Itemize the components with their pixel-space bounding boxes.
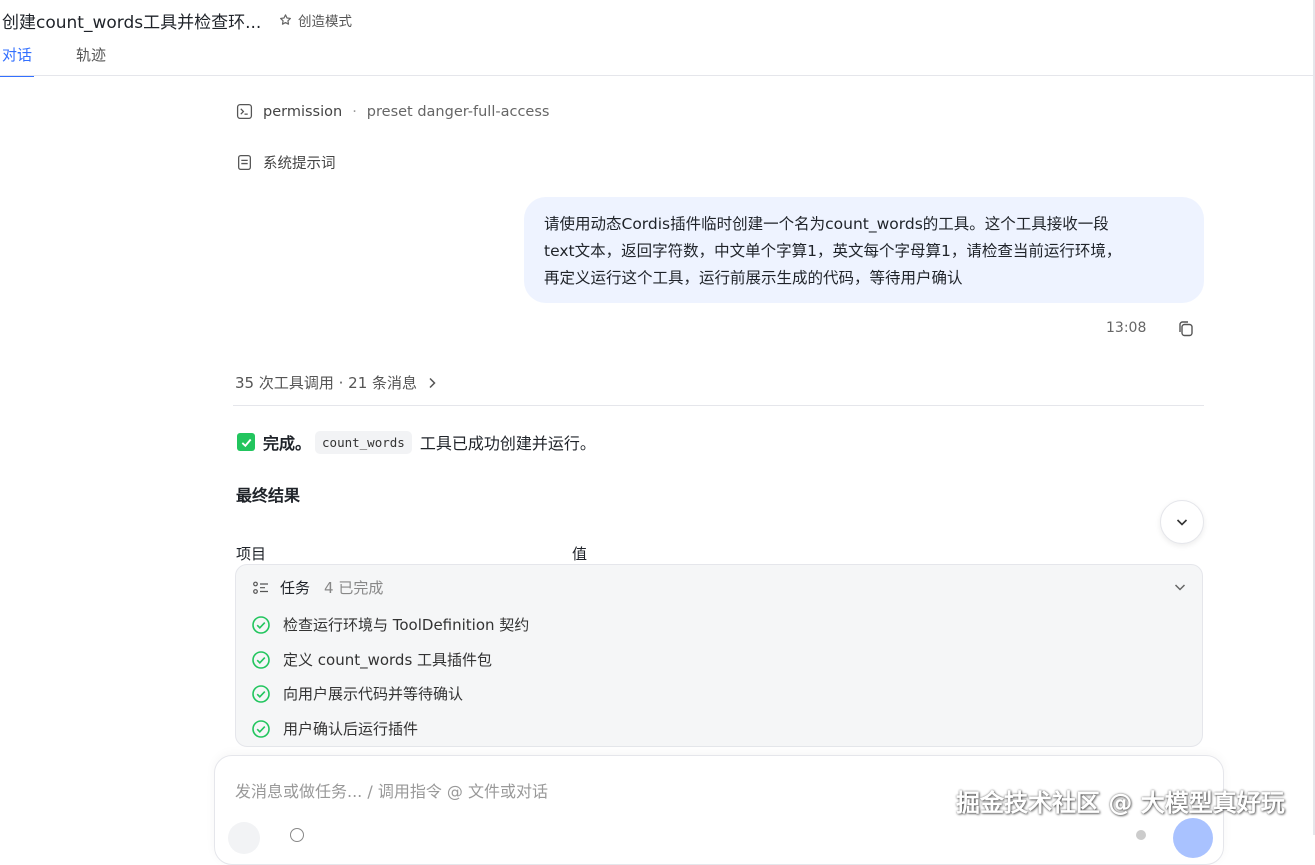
check-circle-icon: [252, 719, 270, 738]
permission-label: permission: [263, 103, 343, 120]
permission-value: preset danger-full-access: [366, 103, 550, 120]
message-line-2: text文本，返回字符数，中文单个字算1，英文每个字母算1，请检查当前运行环境，: [544, 242, 1122, 260]
copy-icon[interactable]: [1176, 319, 1196, 339]
check-circle-icon: [252, 684, 270, 703]
send-button[interactable]: [1173, 818, 1213, 858]
document-icon: [238, 154, 251, 171]
composer-placeholder[interactable]: 发消息或做任务... / 调用指令 @ 文件或对话: [235, 778, 548, 802]
scroll-down-button[interactable]: [1160, 500, 1204, 544]
tab-conversation[interactable]: 对话: [0, 44, 35, 77]
completion-line: 完成。 count_words 工具已成功创建并运行。: [237, 430, 596, 454]
task-item: 检查运行环境与 ToolDefinition 契约: [251, 614, 529, 635]
task-item-label: 向用户展示代码并等待确认: [283, 685, 464, 703]
header-divider: [0, 75, 1315, 76]
system-prompt-label: 系统提示词: [263, 156, 336, 172]
tool-name-code: count_words: [315, 430, 412, 454]
done-text: 工具已成功创建并运行。: [419, 434, 596, 453]
status-dot-icon: [1136, 830, 1146, 840]
message-line-1: 请使用动态Cordis插件临时创建一个名为count_words的工具。这个工具…: [544, 215, 1109, 233]
column-header-value: 值: [572, 545, 588, 563]
task-item: 向用户展示代码并等待确认: [251, 683, 463, 704]
conversation-title: 创建count_words工具并检查环...: [2, 13, 262, 33]
check-mark-icon: [237, 433, 255, 451]
tab-bar: 对话 轨迹: [0, 44, 148, 77]
tab-trajectory[interactable]: 轨迹: [74, 44, 108, 77]
permission-row[interactable]: permission · preset danger-full-access: [236, 103, 549, 120]
task-panel: 任务 4 已完成 检查运行环境与 ToolDefinition 契约 定义 co…: [235, 564, 1203, 747]
task-item-label: 用户确认后运行插件: [283, 720, 419, 738]
task-list-icon: [253, 581, 268, 594]
check-circle-icon: [252, 650, 270, 669]
attach-button[interactable]: [228, 822, 260, 854]
section-divider: [233, 405, 1204, 406]
mode-indicator[interactable]: 创造模式: [278, 10, 352, 30]
check-circle-icon: [252, 615, 270, 634]
chevron-down-icon: [1176, 519, 1188, 526]
done-label: 完成。: [263, 434, 312, 453]
final-result-heading: 最终结果: [236, 486, 301, 505]
option-icon[interactable]: [290, 828, 304, 842]
task-label: 任务: [280, 579, 311, 597]
chevron-down-icon[interactable]: [1172, 579, 1188, 595]
message-timestamp: 13:08: [1106, 320, 1147, 336]
separator-dot: ·: [352, 103, 357, 120]
watermark: 掘金技术社区 @ 大模型真好玩: [956, 789, 1285, 817]
task-item: 用户确认后运行插件: [251, 718, 418, 739]
task-item-label: 检查运行环境与 ToolDefinition 契约: [283, 616, 530, 634]
task-count: 4 已完成: [324, 579, 384, 597]
column-header-item: 项目: [236, 545, 267, 563]
terminal-icon: [236, 103, 253, 120]
tool-call-summary[interactable]: 35 次工具调用 · 21 条消息: [235, 372, 439, 393]
mode-label: 创造模式: [298, 14, 352, 30]
user-message-bubble: 请使用动态Cordis插件临时创建一个名为count_words的工具。这个工具…: [524, 197, 1204, 303]
summary-text: 35 次工具调用 · 21 条消息: [235, 374, 418, 392]
task-panel-header[interactable]: 任务 4 已完成: [252, 577, 383, 598]
chevron-right-icon: [429, 377, 436, 388]
creative-mode-icon: [280, 13, 291, 25]
task-item: 定义 count_words 工具插件包: [251, 649, 492, 670]
message-line-3: 再定义运行这个工具，运行前展示生成的代码，等待用户确认: [544, 269, 963, 287]
task-item-label: 定义 count_words 工具插件包: [283, 651, 493, 669]
system-prompt-row[interactable]: 系统提示词: [236, 152, 336, 173]
